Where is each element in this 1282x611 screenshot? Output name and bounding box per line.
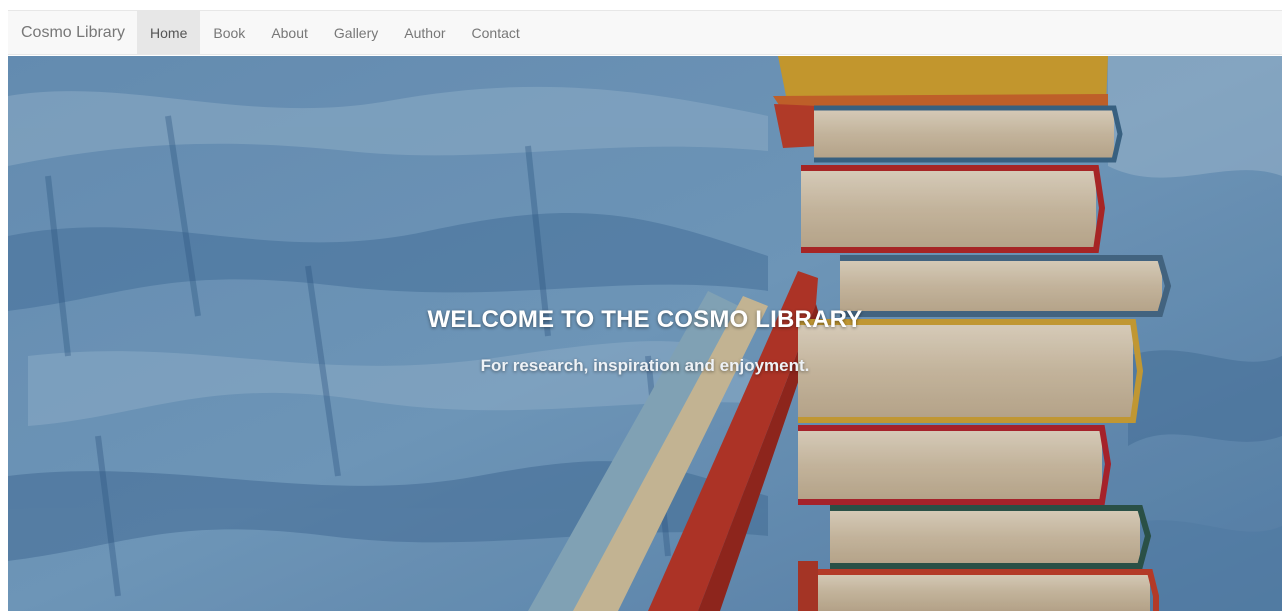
nav-item-gallery[interactable]: Gallery [321, 11, 391, 54]
nav-item-home[interactable]: Home [137, 11, 201, 54]
hero-title: WELCOME TO THE COSMO LIBRARY [427, 306, 863, 333]
nav-menu: Home Book About Gallery Author Contact [137, 11, 533, 54]
hero-subtitle: For research, inspiration and enjoyment. [480, 356, 810, 375]
nav-item-about[interactable]: About [258, 11, 321, 54]
top-navbar: Cosmo Library Home Book About Gallery Au… [8, 10, 1282, 55]
page: Cosmo Library Home Book About Gallery Au… [0, 0, 1282, 611]
nav-item-author[interactable]: Author [391, 11, 458, 54]
nav-item-book[interactable]: Book [200, 11, 258, 54]
brand-link[interactable]: Cosmo Library [8, 11, 137, 54]
nav-item-contact[interactable]: Contact [459, 11, 533, 54]
hero-banner: WELCOME TO THE COSMO LIBRARY For researc… [8, 56, 1282, 611]
